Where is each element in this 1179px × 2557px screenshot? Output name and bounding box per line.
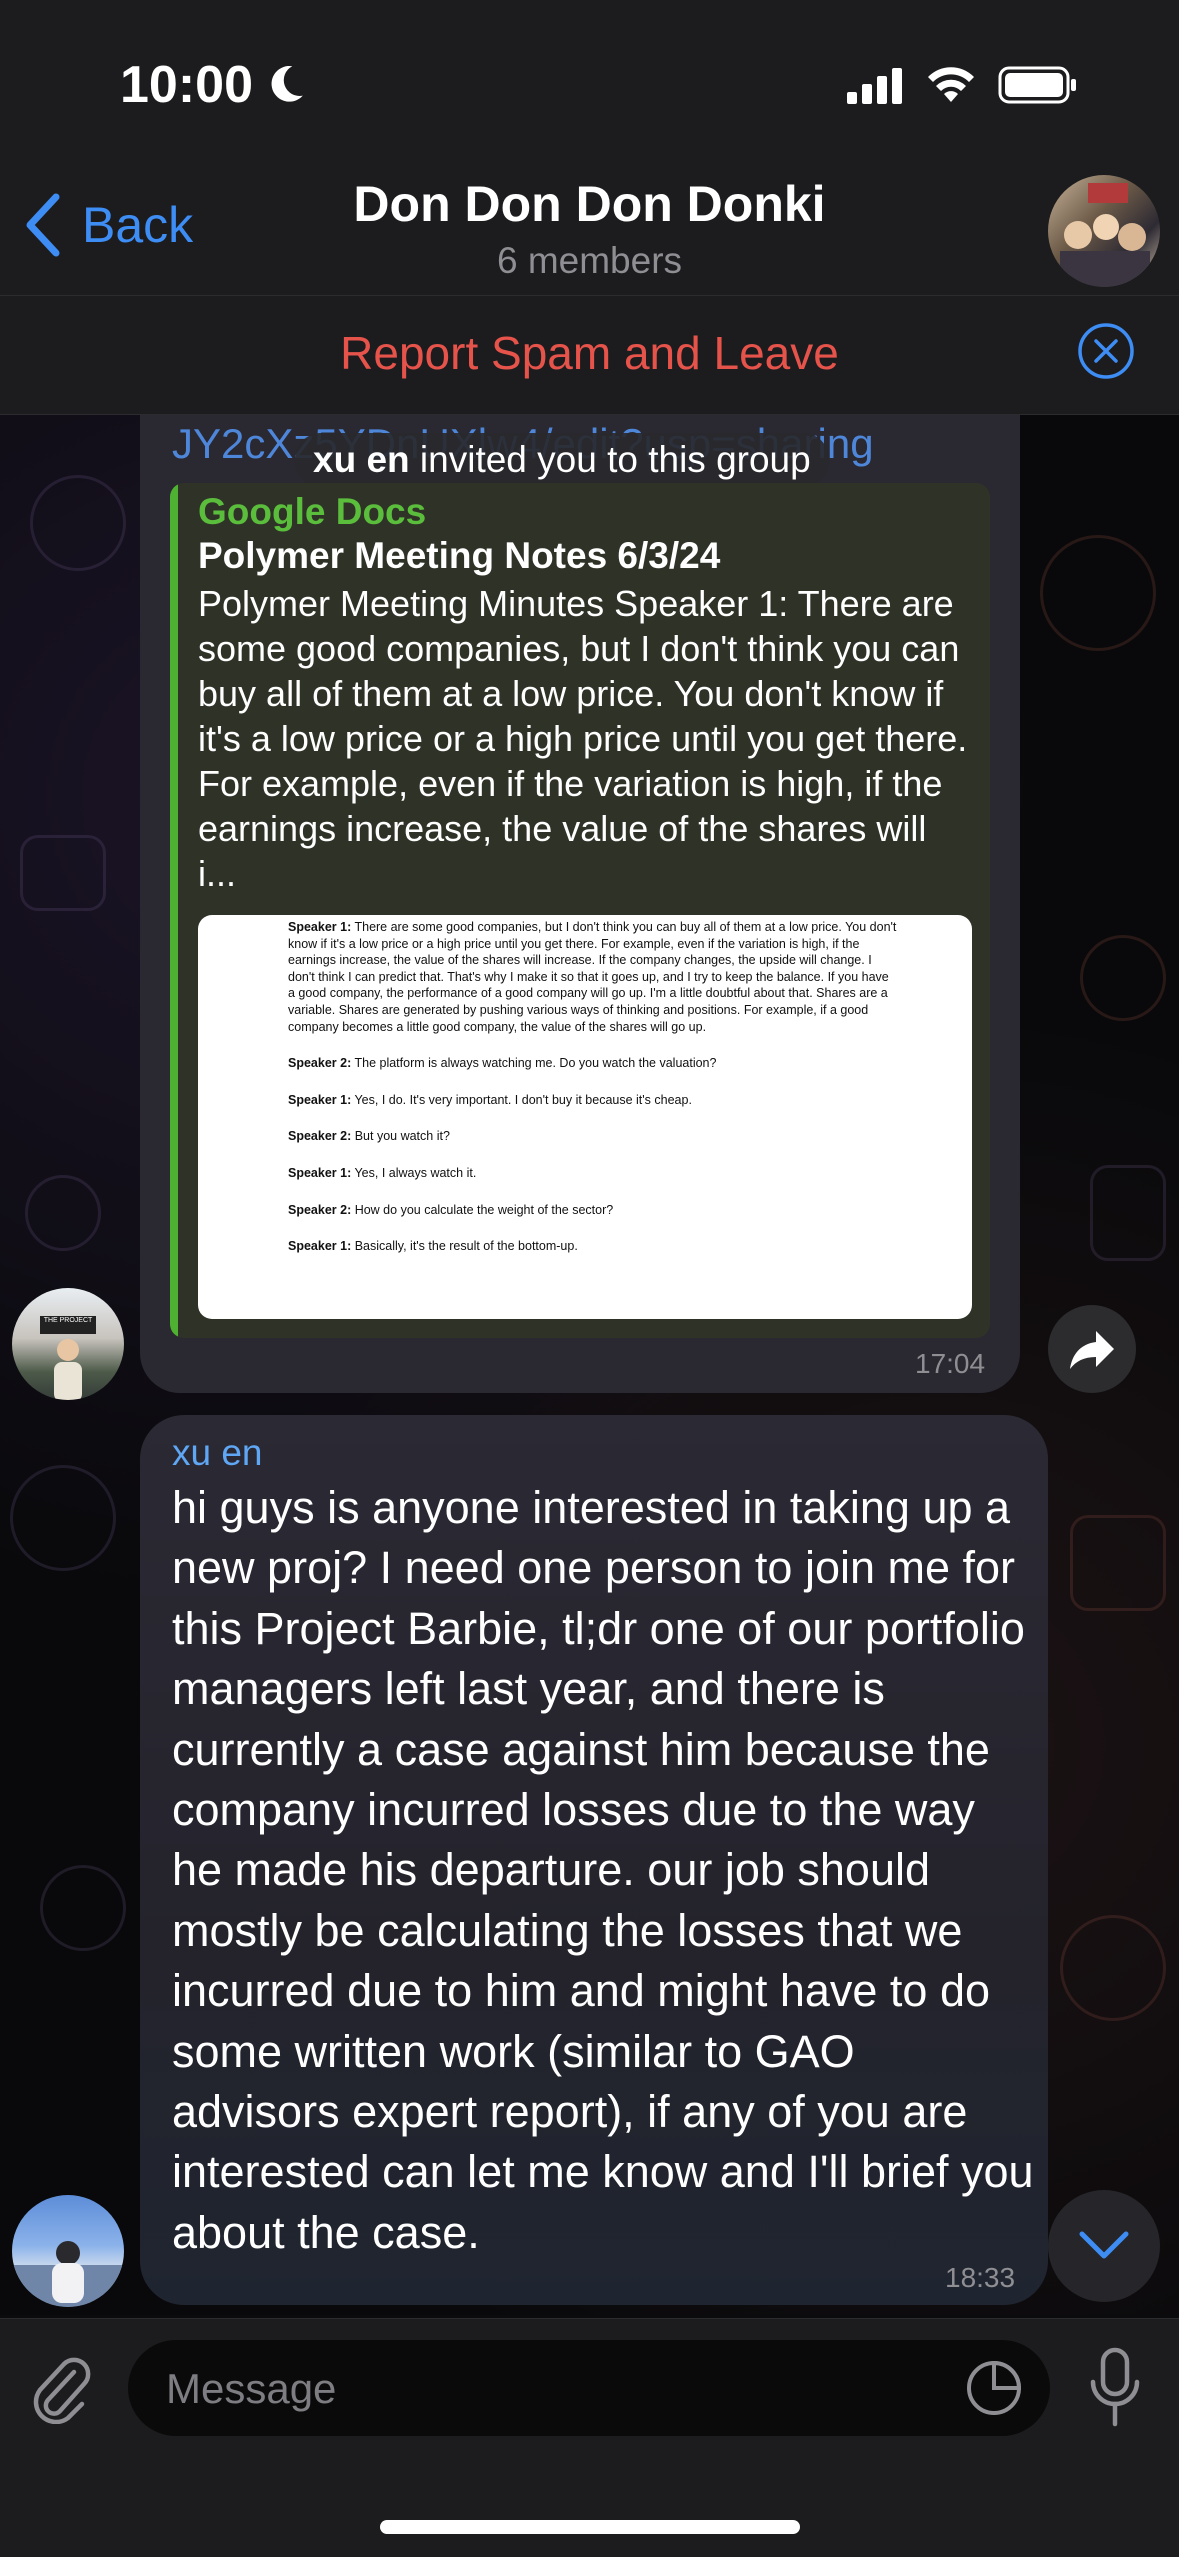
cellular-signal-icon [847,68,902,104]
document-speaker: Speaker 1: [288,1092,352,1107]
preview-image[interactable]: Speaker 1: There are some good companies… [198,915,972,1319]
link-preview[interactable]: Google Docs Polymer Meeting Notes 6/3/24… [170,483,990,1338]
document-line-text: Yes, I do. It's very important. I don't … [351,1092,692,1107]
document-speaker: Speaker 1: [288,1239,352,1254]
document-line-text: But you watch it? [351,1129,450,1144]
chat-header: Back Don Don Don Donki 6 members [0,150,1179,296]
scroll-down-button[interactable] [1048,2190,1160,2302]
document-line-text: There are some good companies, but I don… [288,920,897,1034]
wifi-icon [928,67,974,102]
service-text: invited you to this group [409,439,811,480]
chat-title[interactable]: Don Don Don Donki [0,175,1179,233]
document-line-text: Basically, it's the result of the bottom… [351,1239,578,1254]
status-bar: 10:00 [0,0,1179,150]
avatar[interactable]: THE PROJECT [12,1288,124,1400]
document-speaker: Speaker 1: [288,920,352,934]
avatar[interactable] [12,2195,124,2307]
document-speaker: Speaker 2: [288,1202,352,1217]
document-line-text: Yes, I always watch it. [351,1165,477,1180]
preview-site-name: Google Docs [198,491,427,532]
avatar-photo [12,2241,124,2307]
preview-description: Polymer Meeting Minutes Speaker 1: There… [198,583,968,894]
group-avatar[interactable] [1048,175,1160,287]
inviter-name: xu en [313,439,410,480]
moon-icon [271,65,303,102]
preview-title: Polymer Meeting Notes 6/3/24 [198,535,721,576]
chevron-down-icon [1079,2231,1129,2259]
document-paragraph: Speaker 1: Basically, it's the result of… [288,1238,898,1255]
service-message: xu en invited you to this group [295,433,829,487]
message-time: 17:04 [915,1348,986,1379]
group-photo [1060,183,1150,287]
document-speaker: Speaker 2: [288,1129,352,1144]
report-spam-button[interactable]: Report Spam and Leave [0,326,1179,380]
document-paragraph: Speaker 2: How do you calculate the weig… [288,1202,898,1219]
clock: 10:00 [120,56,253,114]
document-paragraph: Speaker 2: The platform is always watchi… [288,1055,898,1072]
document-speaker: Speaker 2: [288,1056,352,1071]
preview-accent-bar [170,483,178,1338]
document-line-text: The platform is always watching me. Do y… [351,1056,717,1071]
sender-name[interactable]: xu en [172,1432,263,1474]
forward-icon [1070,1331,1114,1369]
message-input[interactable] [164,2358,968,2420]
document-speaker: Speaker 1: [288,1165,352,1180]
preview-document-text: Speaker 1: There are some good companies… [288,915,898,1255]
member-count: 6 members [496,240,683,281]
message-time: 18:33 [945,2262,1016,2293]
close-icon[interactable] [1077,322,1135,380]
sticker-icon[interactable] [964,2358,1024,2418]
message-text: hi guys is anyone interested in taking u… [172,1482,1034,2258]
paperclip-icon[interactable] [30,2350,92,2424]
report-bar: Report Spam and Leave [0,296,1179,415]
home-indicator [380,2520,800,2534]
forward-button[interactable] [1048,1305,1136,1393]
document-paragraph: Speaker 2: But you watch it? [288,1128,898,1145]
microphone-icon[interactable] [1085,2346,1145,2430]
document-paragraph: Speaker 1: There are some good companies… [288,919,898,1035]
document-line-text: How do you calculate the weight of the s… [351,1202,614,1217]
document-paragraph: Speaker 1: Yes, I always watch it. [288,1165,898,1182]
battery-icon [998,66,1076,104]
document-paragraph: Speaker 1: Yes, I do. It's very importan… [288,1092,898,1109]
avatar-photo [54,1339,82,1400]
message-field [128,2340,1050,2436]
